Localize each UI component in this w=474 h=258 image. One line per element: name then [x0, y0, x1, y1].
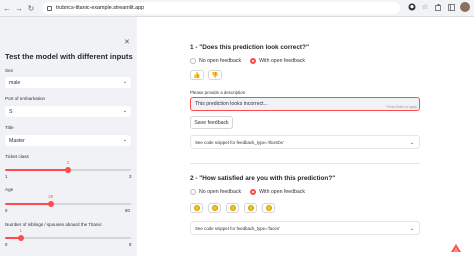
thumbs-down-button[interactable]: 👎: [208, 70, 222, 80]
slider-min: 1: [5, 174, 8, 179]
avatar[interactable]: [460, 2, 470, 12]
radio-label: No open feedback: [199, 58, 242, 64]
slider-thumb[interactable]: [17, 234, 24, 241]
lock-icon: [47, 5, 52, 11]
code-snippet-label: See code snippet for feedback_type='thum…: [195, 139, 284, 145]
face-icon: [229, 205, 236, 211]
star-icon[interactable]: ☆: [421, 3, 429, 11]
close-sidebar-icon[interactable]: ✕: [124, 38, 130, 46]
q2-radio-no-open[interactable]: No open feedback: [190, 189, 241, 195]
slider-fill: [5, 169, 68, 171]
extensions-icon[interactable]: [434, 3, 442, 11]
siblings-label: Number of siblings / spouses aboard the …: [5, 222, 102, 227]
face-icon: [193, 205, 200, 211]
address-bar[interactable]: trubrics-titanic-example.streamlit.app: [42, 2, 400, 14]
sex-label: Sex: [5, 68, 13, 73]
q1-radio-no-open[interactable]: No open feedback: [190, 58, 241, 64]
ticket-class-label: Ticket class: [5, 154, 29, 159]
radio-label: No open feedback: [199, 189, 242, 195]
slider-min: 0: [5, 208, 8, 213]
chevron-down-icon: ⌄: [122, 108, 127, 114]
age-slider[interactable]: 29: [5, 194, 131, 207]
face-neutral-button[interactable]: [226, 203, 239, 213]
radio-dot: [190, 189, 196, 195]
face-very-unsatisfied-button[interactable]: [190, 203, 203, 213]
radio-dot: [250, 189, 257, 195]
sex-select[interactable]: male ⌄: [5, 77, 131, 88]
face-very-satisfied-button[interactable]: [262, 203, 275, 213]
slider-thumb[interactable]: [65, 166, 71, 173]
question-2-title: 2 - "How satisfied are you with this pre…: [190, 175, 336, 182]
sex-value: male: [9, 79, 21, 86]
reload-icon[interactable]: ↻: [26, 1, 36, 15]
slider-max: 80: [125, 208, 130, 213]
slider-thumb[interactable]: [47, 200, 54, 207]
github-icon[interactable]: [408, 3, 416, 11]
radio-dot: [250, 58, 257, 64]
slider-fill: [5, 203, 51, 205]
input-hint: Press Enter to apply: [386, 105, 417, 109]
section-divider: [190, 163, 420, 164]
description-label: Please provide a description: [190, 90, 246, 95]
main-content: 1 - "Does this prediction look correct?"…: [137, 17, 474, 256]
port-select[interactable]: S ⌄: [5, 106, 131, 117]
question-1-title: 1 - "Does this prediction look correct?": [190, 44, 309, 51]
slider-value: 2: [66, 160, 70, 165]
title-value: Master: [9, 137, 25, 144]
chevron-down-icon: ⌄: [409, 226, 414, 232]
chevron-down-icon: ⌄: [122, 79, 127, 85]
slider-value: 1: [19, 228, 22, 233]
q1-code-snippet-expander[interactable]: See code snippet for feedback_type='thum…: [190, 135, 420, 149]
save-feedback-button[interactable]: Save feedback: [190, 116, 233, 129]
description-value: This prediction looks incorrect...: [195, 101, 268, 107]
sidebar-title: Test the model with different inputs: [5, 52, 133, 61]
face-unsatisfied-button[interactable]: [208, 203, 221, 213]
face-satisfied-button[interactable]: [244, 203, 257, 213]
slider-max: 3: [129, 174, 132, 179]
q2-feedback-mode: No open feedback With open feedback: [190, 189, 305, 195]
title-select[interactable]: Master ⌄: [5, 135, 131, 146]
description-input[interactable]: This prediction looks incorrect... Press…: [190, 97, 420, 111]
q1-radio-with-open[interactable]: With open feedback: [250, 58, 305, 64]
siblings-slider[interactable]: 1: [5, 228, 131, 241]
forward-icon[interactable]: →: [14, 1, 24, 15]
slider-max: 8: [129, 242, 132, 247]
slider-min: 0: [5, 242, 8, 247]
q2-code-snippet-expander[interactable]: See code snippet for feedback_type='face…: [190, 221, 420, 235]
streamlit-logo-icon[interactable]: [450, 240, 462, 252]
title-label: Title: [5, 125, 14, 130]
face-icon: [247, 205, 254, 211]
sidebar-icon[interactable]: [447, 3, 455, 11]
sidebar: ✕ Test the model with different inputs S…: [0, 17, 137, 256]
radio-dot: [190, 58, 196, 64]
chevron-down-icon: ⌄: [122, 137, 127, 143]
chevron-down-icon: ⌄: [409, 140, 414, 146]
port-value: S: [9, 108, 13, 115]
q2-radio-with-open[interactable]: With open feedback: [250, 189, 305, 195]
radio-label: With open feedback: [259, 189, 305, 195]
code-snippet-label: See code snippet for feedback_type='face…: [195, 225, 280, 231]
q1-feedback-mode: No open feedback With open feedback: [190, 58, 305, 64]
slider-value: 29: [48, 194, 54, 199]
port-label: Port of embarkation: [5, 96, 46, 101]
face-icon: [211, 205, 218, 211]
url-text: trubrics-titanic-example.streamlit.app: [56, 5, 145, 11]
ticket-class-slider[interactable]: 2: [5, 160, 131, 173]
back-icon[interactable]: ←: [2, 1, 12, 15]
face-icon: [265, 205, 272, 211]
radio-label: With open feedback: [259, 58, 305, 64]
thumbs-up-button[interactable]: 👍: [190, 70, 204, 80]
browser-toolbar: ← → ↻ trubrics-titanic-example.streamlit…: [0, 0, 474, 17]
age-label: Age: [5, 187, 14, 192]
